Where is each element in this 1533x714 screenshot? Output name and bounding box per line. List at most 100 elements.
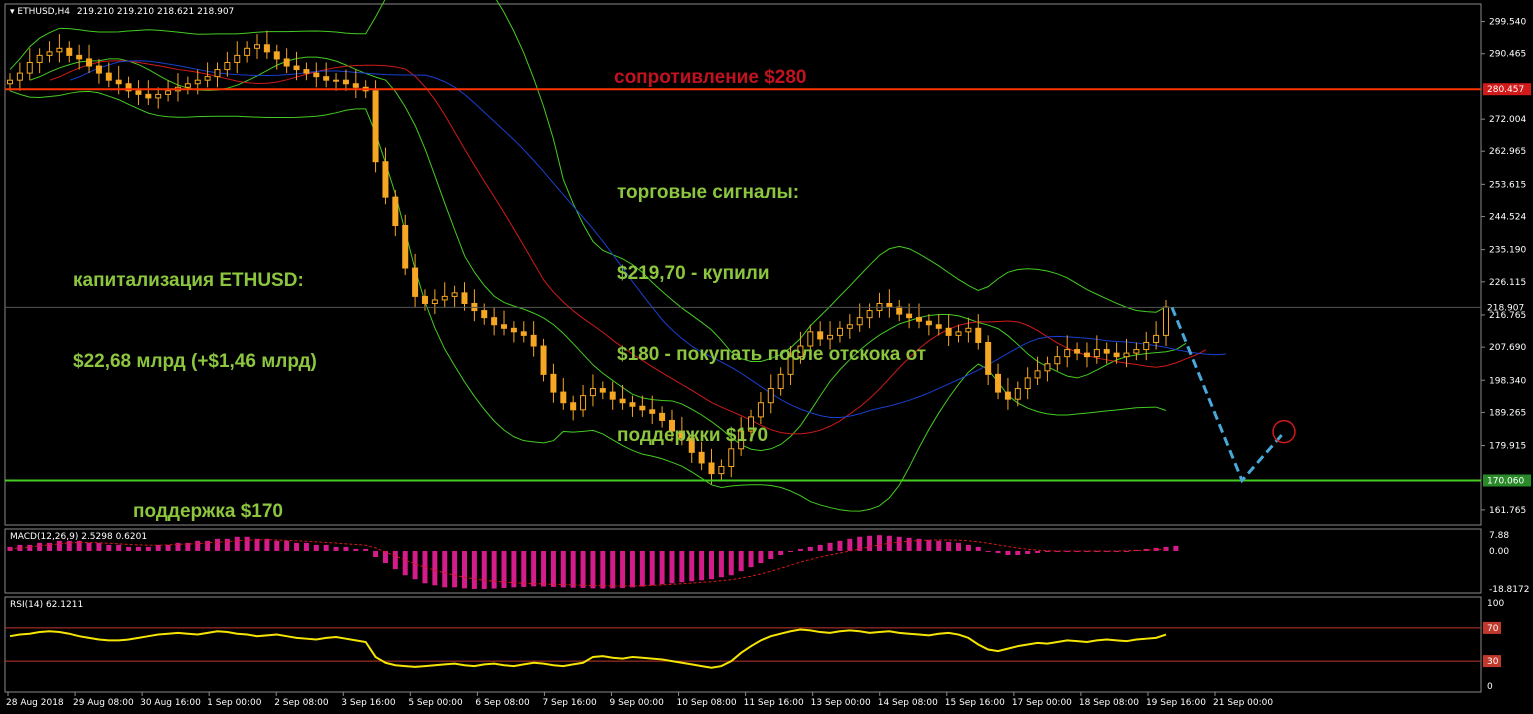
time-tick-label: 3 Sep 16:00 bbox=[341, 698, 396, 708]
cap-title: капитализация ETHUSD: bbox=[73, 270, 304, 291]
target-circle bbox=[1272, 419, 1296, 444]
candle-body bbox=[1074, 349, 1081, 354]
candle-body bbox=[955, 331, 962, 336]
candle-body bbox=[145, 93, 152, 99]
candle-body bbox=[1113, 352, 1120, 358]
candle-body bbox=[540, 345, 547, 375]
time-tick-label: 6 Sep 08:00 bbox=[475, 698, 530, 708]
candle-body bbox=[372, 90, 379, 163]
candle-body bbox=[224, 61, 231, 71]
candle-body bbox=[985, 341, 992, 375]
time-tick-label: 17 Sep 00:00 bbox=[1012, 698, 1072, 708]
macd-bar bbox=[106, 544, 112, 551]
macd-bar bbox=[274, 540, 280, 551]
rsi-line bbox=[9, 628, 1167, 669]
macd-bar bbox=[649, 550, 655, 586]
candle-body bbox=[105, 72, 112, 81]
macd-bar bbox=[244, 536, 250, 551]
candle-body bbox=[481, 310, 488, 319]
macd-bar bbox=[432, 550, 438, 586]
macd-bar bbox=[570, 550, 576, 588]
time-tick-label: 30 Aug 16:00 bbox=[140, 698, 201, 708]
candle-body bbox=[263, 44, 270, 53]
forecast-line bbox=[1170, 306, 1284, 484]
macd-bar bbox=[511, 550, 517, 588]
macd-bar bbox=[778, 550, 784, 555]
candle-body bbox=[589, 388, 596, 397]
time-tick-label: 13 Sep 00:00 bbox=[811, 698, 871, 708]
macd-bar bbox=[797, 548, 803, 551]
candle-body bbox=[510, 327, 517, 333]
macd-bar bbox=[37, 542, 43, 551]
candle-body bbox=[441, 295, 448, 301]
candle-body bbox=[935, 324, 942, 329]
time-tick-label: 29 Aug 08:00 bbox=[73, 698, 134, 708]
candle-body bbox=[412, 267, 419, 297]
macd-bar bbox=[155, 544, 161, 551]
macd-tick-label: 7.88 bbox=[1489, 531, 1509, 541]
macd-tick-label: 0.00 bbox=[1489, 547, 1509, 557]
macd-bar bbox=[422, 550, 428, 584]
macd-bar bbox=[373, 550, 379, 558]
rsi-tick-label: 100 bbox=[1487, 599, 1504, 609]
candle-body bbox=[1024, 377, 1031, 390]
macd-signal-line bbox=[9, 539, 1167, 587]
macd-bar bbox=[471, 550, 477, 589]
candle-body bbox=[184, 83, 191, 88]
macd-bar bbox=[965, 544, 971, 551]
price-tick-label: 198.340 bbox=[1489, 376, 1526, 386]
macd-bar bbox=[165, 544, 171, 551]
candle-body bbox=[1143, 341, 1150, 351]
macd-bar bbox=[254, 538, 260, 551]
macd-bar bbox=[699, 550, 705, 581]
candle-body bbox=[599, 388, 606, 393]
macd-bar bbox=[96, 542, 102, 551]
time-tick-label: 2 Sep 08:00 bbox=[274, 698, 329, 708]
macd-bar bbox=[827, 542, 833, 551]
time-tick-label: 5 Sep 00:00 bbox=[408, 698, 463, 708]
time-tick-label: 9 Sep 00:00 bbox=[610, 698, 665, 708]
macd-bar bbox=[116, 544, 122, 551]
macd-bar bbox=[343, 546, 349, 551]
candle-body bbox=[293, 65, 300, 71]
forecast-path bbox=[1170, 306, 1296, 484]
rsi-tick-label: 70 bbox=[1487, 624, 1499, 634]
price-tick-label: 226.115 bbox=[1489, 278, 1526, 288]
candle-body bbox=[461, 292, 468, 304]
macd-bar bbox=[135, 546, 141, 551]
candle-body bbox=[945, 327, 952, 336]
macd-bar bbox=[521, 550, 527, 587]
macd-bar bbox=[541, 550, 547, 587]
macd-bar bbox=[906, 537, 912, 551]
macd-bar bbox=[679, 550, 685, 583]
price-tick-label: 235.190 bbox=[1489, 246, 1526, 256]
candle-body bbox=[570, 402, 577, 411]
macd-bar bbox=[659, 550, 665, 585]
price-tick-label: 299.540 bbox=[1489, 18, 1526, 28]
candle-body bbox=[580, 395, 587, 411]
macd-bar bbox=[758, 550, 764, 564]
macd-bar bbox=[86, 542, 92, 551]
candle-body bbox=[1054, 356, 1061, 365]
macd-bar bbox=[560, 550, 566, 588]
price-tick-label: 189.265 bbox=[1489, 408, 1526, 418]
macd-bar bbox=[195, 540, 201, 551]
macd-tick-label: -18.8172 bbox=[1489, 585, 1529, 595]
candle-body bbox=[1103, 349, 1110, 354]
signal-2: $180 - покупать после отскока от bbox=[617, 344, 927, 365]
macd-bar bbox=[748, 550, 754, 568]
time-tick-label: 14 Sep 08:00 bbox=[878, 698, 938, 708]
candle-body bbox=[165, 90, 172, 95]
macd-bar bbox=[1015, 550, 1021, 555]
price-tick-label: 253.615 bbox=[1489, 180, 1526, 190]
macd-bar bbox=[1025, 550, 1031, 554]
macd-bar bbox=[284, 540, 290, 551]
macd-bar bbox=[303, 542, 309, 551]
candle-body bbox=[214, 69, 221, 78]
candle-body bbox=[194, 79, 201, 85]
macd-bar bbox=[590, 550, 596, 589]
macd-panel: 7.88 0.00 -18.8172 bbox=[7, 531, 1529, 595]
capitalization-annotation: капитализация ETHUSD: $22,68 млрд (+$1,4… bbox=[73, 213, 317, 402]
candle-body bbox=[7, 79, 13, 85]
candle-body bbox=[550, 373, 557, 393]
